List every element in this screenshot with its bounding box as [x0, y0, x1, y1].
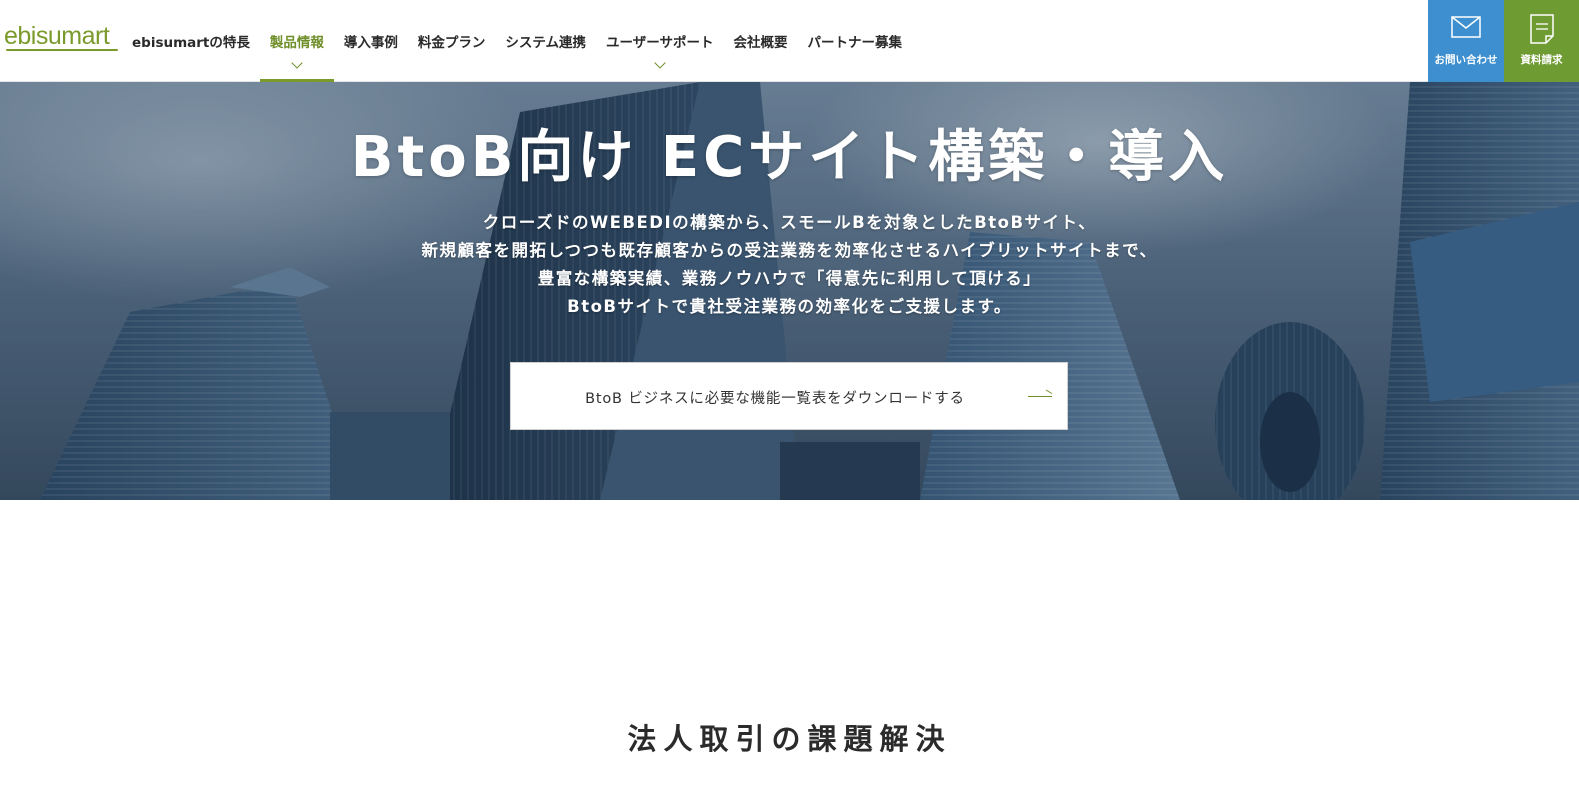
logo[interactable]: ebisumart [4, 22, 118, 52]
request-docs-button[interactable]: 資料請求 [1504, 0, 1579, 82]
nav-item-pricing[interactable]: 料金プラン [408, 0, 496, 82]
logo-text: ebisumart [4, 22, 110, 50]
nav-item-label: パートナー募集 [807, 35, 902, 51]
hero-description-line: 豊富な構築実績、業務ノウハウで「得意先に利用して頂ける」 [537, 269, 1042, 288]
nav-item-integration[interactable]: システム連携 [495, 0, 596, 82]
hero-banner: BtoB向け ECサイト構築・導入 クローズドのWEBEDIの構築から、スモール… [0, 82, 1579, 500]
hero-description: クローズドのWEBEDIの構築から、スモールBを対象としたBtoBサイト、 新規… [0, 209, 1579, 321]
download-feature-list-button[interactable]: BtoB ビジネスに必要な機能一覧表をダウンロードする [510, 362, 1068, 430]
nav-item-label: 料金プラン [417, 35, 486, 51]
hero-title: BtoB向け ECサイト構築・導入 [350, 125, 1229, 190]
nav-item-label: ユーザーサポート [606, 35, 714, 51]
docs-label: 資料請求 [1520, 54, 1563, 66]
chevron-down-icon [291, 57, 303, 69]
contact-label: お問い合わせ [1434, 54, 1498, 66]
nav-item-support[interactable]: ユーザーサポート [596, 0, 723, 82]
document-icon [1529, 14, 1554, 44]
main-nav: ebisumartの特長 製品情報 導入事例 料金プラン システム連携 ユーザー… [132, 0, 912, 82]
nav-item-label: 製品情報 [269, 35, 324, 51]
nav-item-products[interactable]: 製品情報 [259, 0, 334, 82]
hero-description-line: クローズドのWEBEDIの構築から、スモールBを対象としたBtoBサイト、 [482, 213, 1097, 232]
site-header: ebisumart ebisumartの特長 製品情報 導入事例 料金プラン シ… [0, 0, 1579, 82]
nav-item-label: 導入事例 [343, 35, 398, 51]
nav-item-company[interactable]: 会社概要 [723, 0, 797, 82]
chevron-down-icon [654, 57, 666, 69]
nav-item-label: ebisumartの特長 [132, 35, 250, 51]
nav-item-case-studies[interactable]: 導入事例 [334, 0, 408, 82]
nav-item-partners[interactable]: パートナー募集 [797, 0, 912, 82]
contact-button[interactable]: お問い合わせ [1428, 0, 1504, 82]
section-title: 法人取引の課題解決 [627, 722, 952, 756]
hero-description-line: BtoBサイトで貴社受注業務の効率化をご支援します。 [567, 297, 1012, 316]
logo-underline [6, 49, 118, 51]
hero-description-line: 新規顧客を開拓しつつも既存顧客からの受注業務を効率化させるハイブリットサイトまで… [421, 241, 1158, 260]
nav-item-features[interactable]: ebisumartの特長 [132, 0, 260, 82]
arrow-right-icon [1028, 396, 1052, 397]
nav-item-label: 会社概要 [733, 35, 788, 51]
download-label: BtoB ビジネスに必要な機能一覧表をダウンロードする [585, 391, 965, 407]
mail-icon [1451, 16, 1481, 38]
nav-item-label: システム連携 [505, 35, 586, 51]
